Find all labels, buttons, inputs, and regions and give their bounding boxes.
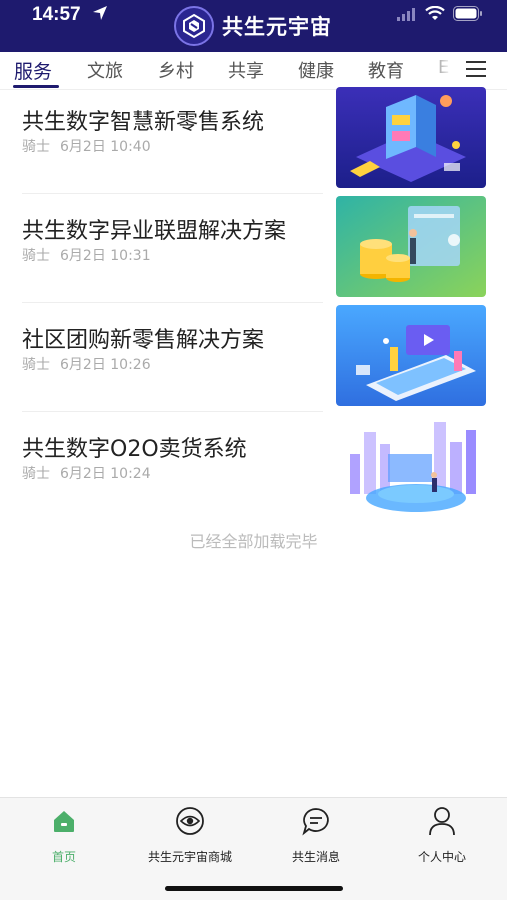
article-item[interactable]: 社区团购新零售解决方案 骑士 6月2日 10:26 xyxy=(0,304,507,412)
article-meta: 骑士 6月2日 10:24 xyxy=(22,463,161,483)
tab-services[interactable]: 服务 xyxy=(14,57,52,84)
article-item[interactable]: 共生数字智慧新零售系统 骑士 6月2日 10:40 xyxy=(0,86,507,194)
system-icons xyxy=(397,6,483,21)
article-author: 骑士 xyxy=(22,248,50,264)
category-tabs: 服务 文旅 乡村 共享 健康 教育 E xyxy=(0,52,507,90)
divider xyxy=(22,411,323,412)
article-title[interactable]: 共生数字智慧新零售系统 xyxy=(22,104,264,136)
nav-item-profile[interactable]: 个人中心 xyxy=(379,806,505,865)
tab-sharing[interactable]: 共享 xyxy=(228,57,264,83)
home-indicator xyxy=(165,886,343,891)
article-item[interactable]: 共生数字异业联盟解决方案 骑士 6月2日 10:31 xyxy=(0,195,507,303)
article-title[interactable]: 社区团购新零售解决方案 xyxy=(22,322,264,354)
data-city-illustration xyxy=(336,414,486,515)
person-icon xyxy=(429,807,455,836)
article-author: 骑士 xyxy=(22,139,50,155)
nav-item-mall[interactable]: 共生元宇宙商城 xyxy=(127,806,253,865)
app-title: 共生元宇宙 xyxy=(222,15,332,39)
article-thumbnail[interactable] xyxy=(336,305,486,406)
nav-label: 共生元宇宙商城 xyxy=(147,850,232,864)
article-thumbnail[interactable] xyxy=(336,414,486,515)
menu-icon[interactable] xyxy=(466,60,486,78)
nav-item-messages[interactable]: 共生消息 xyxy=(253,806,379,865)
chat-bubble-icon xyxy=(302,808,329,836)
location-arrow-icon xyxy=(93,6,107,20)
battery-icon xyxy=(453,6,482,21)
nav-label: 首页 xyxy=(51,850,76,864)
nav-label: 共生消息 xyxy=(291,850,340,864)
article-meta: 骑士 6月2日 10:31 xyxy=(22,245,161,265)
mobile-video-illustration xyxy=(336,305,486,406)
app-header: 14:57 共生元宇宙 xyxy=(0,0,507,52)
tab-culture-tourism[interactable]: 文旅 xyxy=(87,57,123,83)
eye-icon xyxy=(176,807,204,835)
coins-business-illustration xyxy=(336,196,486,297)
signal-icon xyxy=(397,7,415,21)
list-end-text: 已经全部加载完毕 xyxy=(189,532,318,551)
divider xyxy=(22,193,323,194)
article-date: 6月2日 10:31 xyxy=(60,248,151,264)
article-item[interactable]: 共生数字O2O卖货系统 骑士 6月2日 10:24 xyxy=(0,413,507,521)
article-title[interactable]: 共生数字O2O卖货系统 xyxy=(22,431,247,463)
article-author: 骑士 xyxy=(22,466,50,482)
divider xyxy=(22,302,323,303)
home-icon xyxy=(54,811,74,832)
wifi-icon xyxy=(425,6,445,20)
tab-health[interactable]: 健康 xyxy=(298,57,334,83)
tabs-fade xyxy=(426,52,462,88)
article-date: 6月2日 10:26 xyxy=(60,357,151,373)
article-thumbnail[interactable] xyxy=(336,87,486,188)
article-date: 6月2日 10:40 xyxy=(60,139,151,155)
article-author: 骑士 xyxy=(22,357,50,373)
app-title-area: 共生元宇宙 xyxy=(174,4,332,48)
app-logo-icon xyxy=(174,6,214,46)
article-title[interactable]: 共生数字异业联盟解决方案 xyxy=(22,213,286,245)
bottom-nav: 首页 共生元宇宙商城 共生消息 个人中心 xyxy=(0,797,507,900)
tab-education[interactable]: 教育 xyxy=(368,57,404,83)
article-date: 6月2日 10:24 xyxy=(60,466,151,482)
article-meta: 骑士 6月2日 10:26 xyxy=(22,354,161,374)
tab-village[interactable]: 乡村 xyxy=(158,57,194,83)
nav-item-home[interactable]: 首页 xyxy=(1,806,127,865)
nav-label: 个人中心 xyxy=(417,850,466,864)
isometric-store-illustration xyxy=(336,87,486,188)
article-meta: 骑士 6月2日 10:40 xyxy=(22,136,161,156)
article-thumbnail[interactable] xyxy=(336,196,486,297)
status-time: 14:57 xyxy=(32,4,81,25)
